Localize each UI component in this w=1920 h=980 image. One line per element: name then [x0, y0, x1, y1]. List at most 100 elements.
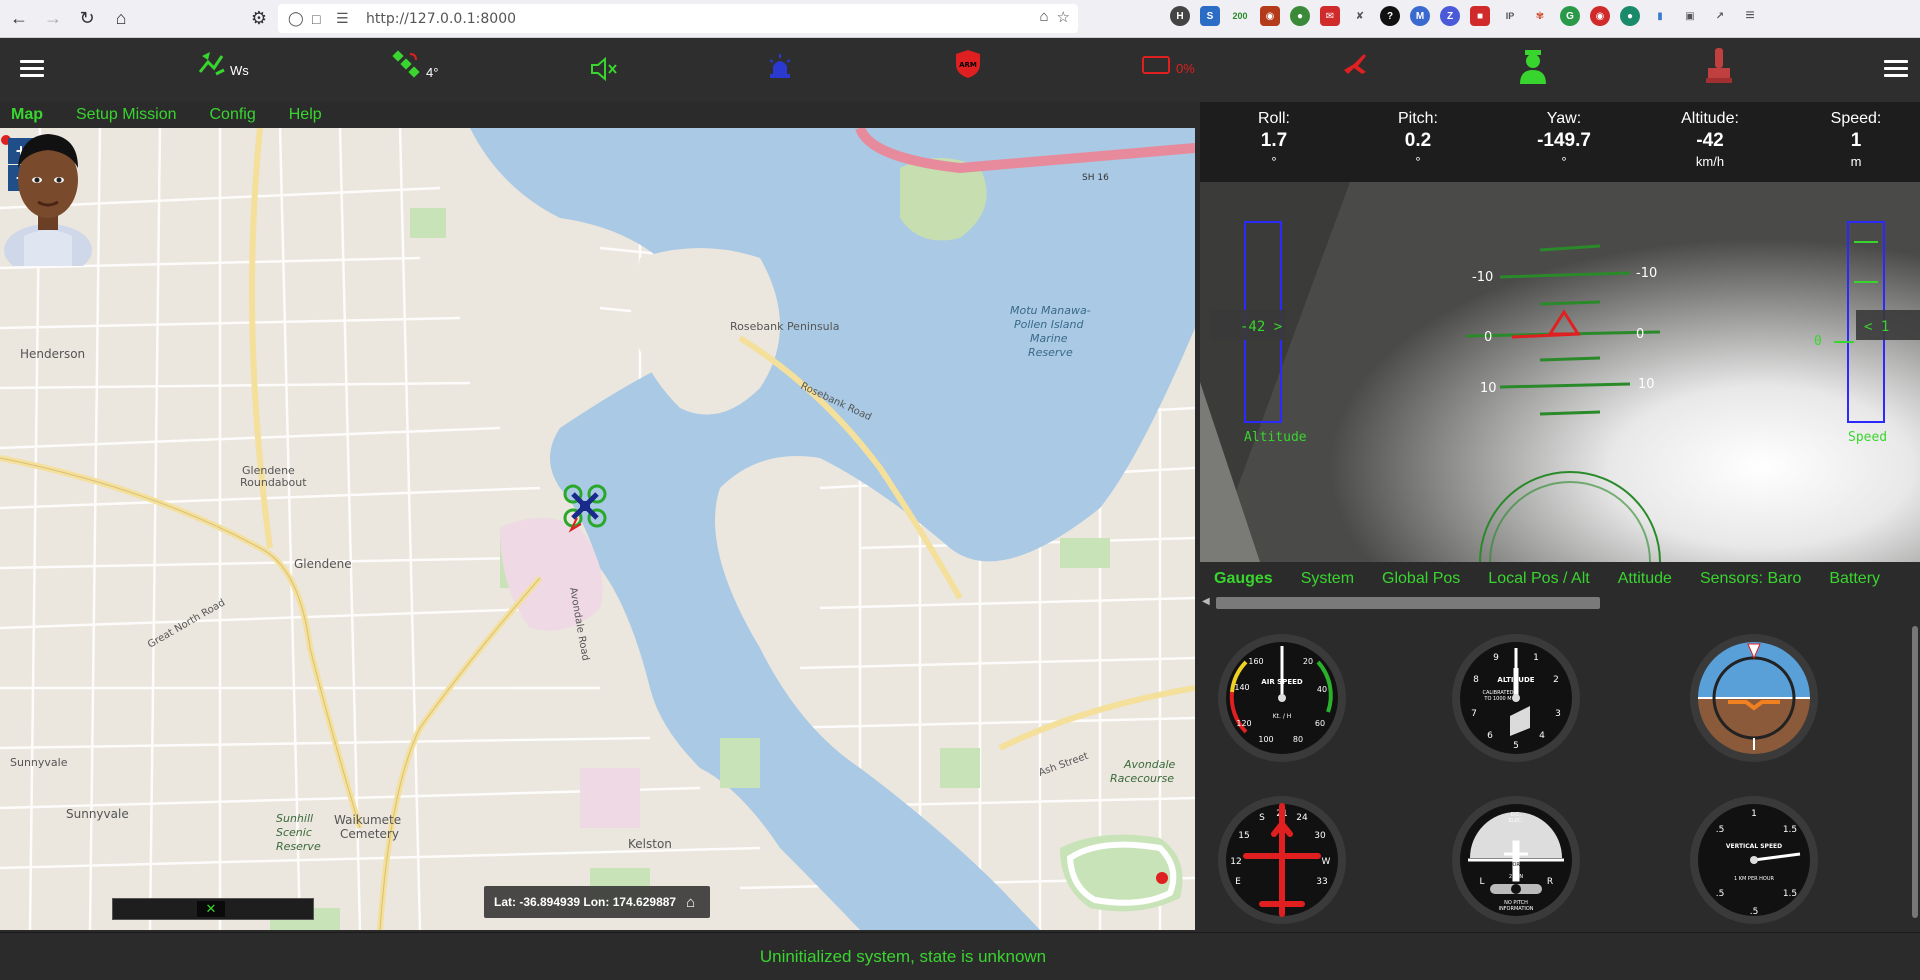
settings-gear-icon[interactable]: ⚙ — [244, 4, 274, 34]
altimeter-tick: 2 — [1553, 675, 1559, 685]
help-icon[interactable]: ? — [1380, 6, 1400, 26]
extension-icon[interactable]: ● — [1620, 6, 1640, 26]
airspeed-unit: Kt. / H — [1273, 713, 1292, 720]
chart-icon[interactable]: ▮ — [1650, 6, 1670, 26]
satellite-text: 4° — [426, 65, 439, 80]
altimeter-sub: TO 1000 M — [1483, 696, 1511, 702]
airspeed-tick: 140 — [1234, 683, 1249, 692]
mail-icon[interactable]: ✉ — [1320, 6, 1340, 26]
mute-button[interactable] — [590, 56, 620, 82]
vspeed-tick: 1 — [1751, 809, 1757, 819]
joystick-button[interactable] — [1704, 46, 1734, 86]
gauges-scrollbar[interactable] — [1910, 614, 1920, 930]
gauges-panel: 160 20 140 40 120 60 100 80 AIR SPEED Kt… — [1200, 612, 1920, 930]
tab-system[interactable]: System — [1301, 570, 1354, 588]
map-label-sunnyvale2: Sunnyvale — [66, 807, 129, 821]
extensions-puzzle-icon[interactable]: ▣ — [1680, 6, 1700, 26]
browser-menu-icon[interactable]: ≡ — [1740, 6, 1760, 26]
extensions-bar: H S 200 ◉ ● ✉ ✘ ? M Z ■ IP ✾ G ◉ ● ▮ ▣ ↗… — [1170, 6, 1760, 26]
hud-altitude-unit: km/h — [1695, 154, 1725, 169]
tab-attitude[interactable]: Attitude — [1618, 570, 1672, 588]
tab-battery[interactable]: Battery — [1829, 570, 1880, 588]
map-view[interactable]: Rosebank Peninsula Motu Manawa- Pollen I… — [0, 128, 1195, 930]
permissions-icon: ☰ — [336, 10, 349, 26]
airspeed-tick: 100 — [1258, 735, 1273, 744]
airspeed-tick: 160 — [1248, 657, 1263, 666]
airspeed-tick: 80 — [1293, 735, 1303, 744]
extension-icon[interactable]: M — [1410, 6, 1430, 26]
battery-status[interactable]: 0% — [1142, 54, 1195, 76]
home-bookmark-icon[interactable]: ⌂ — [1039, 8, 1048, 26]
tab-map[interactable]: Map — [11, 106, 43, 124]
tab-global-pos[interactable]: Global Pos — [1382, 570, 1460, 588]
vspeed-tick: 1.5 — [1783, 825, 1797, 835]
bookmark-star-icon[interactable]: ☆ — [1057, 8, 1070, 26]
arm-button[interactable]: ARM — [954, 48, 982, 80]
extension-icon[interactable]: IP — [1500, 6, 1520, 26]
tab-sensors-baro[interactable]: Sensors: Baro — [1700, 570, 1801, 588]
hud-pitch: Pitch: 0.2 ° — [1348, 110, 1488, 169]
tab-scrollbar[interactable]: ◀ — [1200, 594, 1920, 612]
close-avatar-button[interactable]: ✕ — [197, 901, 225, 917]
tab-help[interactable]: Help — [289, 106, 322, 124]
pilot-button[interactable] — [1518, 46, 1548, 86]
map-tab-bar: Map Setup Mission Config Help — [0, 102, 1195, 128]
back-icon[interactable]: ← — [4, 4, 34, 34]
heading-tick: E — [1235, 877, 1241, 887]
hud-yaw-value: -149.7 — [1537, 130, 1591, 151]
avatar[interactable] — [0, 128, 96, 266]
beacon-button[interactable] — [766, 52, 794, 80]
hud-pitch-label: Pitch: — [1397, 110, 1438, 127]
connection-status[interactable]: Ws — [196, 48, 249, 78]
scroll-left-icon[interactable]: ◀ — [1202, 596, 1210, 607]
home-icon[interactable]: ⌂ — [686, 894, 695, 911]
extension-icon[interactable]: G — [1560, 6, 1580, 26]
hud-yaw-label: Yaw: — [1546, 110, 1582, 127]
forward-icon[interactable]: → — [38, 4, 68, 34]
tab-config[interactable]: Config — [210, 106, 256, 124]
tools-icon[interactable]: ✘ — [1350, 6, 1370, 26]
tab-setup-mission[interactable]: Setup Mission — [76, 106, 177, 124]
home-icon[interactable]: ⌂ — [106, 4, 136, 34]
tab-gauges[interactable]: Gauges — [1214, 570, 1273, 588]
takeoff-button[interactable] — [1340, 50, 1370, 80]
address-bar[interactable]: ◯ □ ☰ http://127.0.0.1:8000 ⌂ ☆ — [278, 4, 1078, 33]
turn-label: TURN COORDINATOR — [1489, 862, 1543, 868]
right-menu-icon[interactable] — [1884, 60, 1908, 78]
map-label-motu: Motu Manawa- — [1010, 304, 1091, 317]
tab-scrollbar-thumb[interactable] — [1216, 597, 1600, 609]
share-icon[interactable]: ↗ — [1710, 6, 1730, 26]
vspeed-sub: 1 KM PER HOUR — [1734, 876, 1775, 882]
hud-altitude: Altitude: -42 km/h — [1640, 110, 1780, 169]
map-label-reserve: Reserve — [276, 840, 321, 853]
satellite-status[interactable]: 4° — [390, 48, 438, 80]
extension-icon[interactable]: ● — [1290, 6, 1310, 26]
map-label-waikumete: Waikumete — [334, 813, 401, 827]
extension-icon[interactable]: 200 — [1230, 6, 1250, 26]
extension-icon[interactable]: Z — [1440, 6, 1460, 26]
extension-icon[interactable]: ✾ — [1530, 6, 1550, 26]
map-canvas: Rosebank Peninsula Motu Manawa- Pollen I… — [0, 128, 1195, 930]
extension-icon[interactable]: S — [1200, 6, 1220, 26]
battery-icon — [1142, 56, 1170, 74]
tab-local-pos-alt[interactable]: Local Pos / Alt — [1488, 570, 1589, 588]
map-label-henderson: Henderson — [20, 347, 85, 361]
speed-zero-label: 0 — [1814, 334, 1822, 349]
camera-feed: -42 > Altitude < 1 0 Speed -10 -10 0 0 1… — [1200, 182, 1920, 562]
left-menu-icon[interactable] — [20, 60, 44, 78]
hud-speed-label: Speed: — [1830, 110, 1882, 127]
extension-icon[interactable]: ◉ — [1260, 6, 1280, 26]
extension-icon[interactable]: ◉ — [1590, 6, 1610, 26]
hud-roll-label: Roll: — [1257, 110, 1290, 127]
gauges-scrollbar-thumb[interactable] — [1912, 626, 1918, 918]
speaker-muted-icon — [591, 56, 617, 82]
map-marker-icon[interactable] — [1156, 872, 1168, 884]
extension-icon[interactable]: ■ — [1470, 6, 1490, 26]
reload-icon[interactable]: ↻ — [72, 4, 102, 34]
extension-icon[interactable]: H — [1170, 6, 1190, 26]
map-label-avondale: Avondale — [1123, 758, 1176, 771]
hud-panel: Roll: 1.7 ° Pitch: 0.2 ° Yaw: -149.7 ° A… — [1200, 102, 1920, 562]
hud-roll-value: 1.7 — [1260, 130, 1288, 151]
browser-toolbar: ← → ↻ ⌂ ⚙ ◯ □ ☰ http://127.0.0.1:8000 ⌂ … — [0, 0, 1920, 38]
airspeed-tick: 60 — [1315, 719, 1325, 728]
